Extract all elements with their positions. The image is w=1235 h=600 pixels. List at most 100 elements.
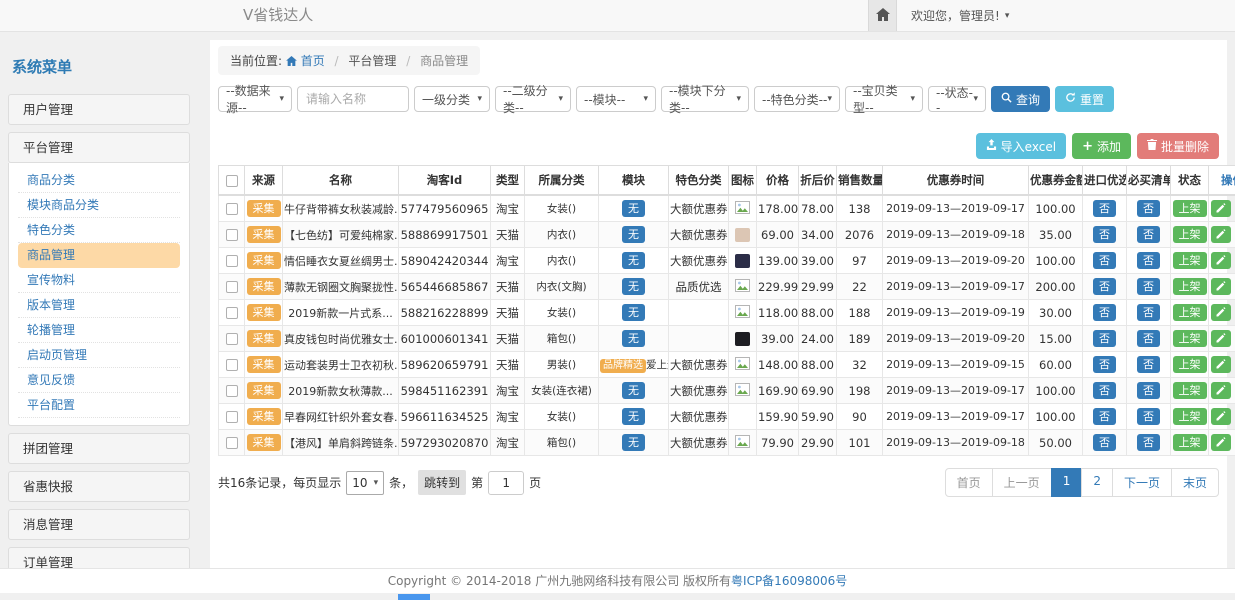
jump-page-input[interactable] bbox=[488, 471, 524, 495]
source-cell: 采集 bbox=[245, 430, 283, 456]
filter-select[interactable]: --数据来源--▾ bbox=[218, 86, 292, 112]
sidebar-item[interactable]: 商品管理 bbox=[18, 243, 180, 268]
filter-select[interactable]: 一级分类▾ bbox=[414, 86, 490, 112]
edit-button[interactable] bbox=[1211, 278, 1231, 295]
status-badge[interactable]: 上架 bbox=[1173, 382, 1207, 399]
import-excel-button[interactable]: 导入excel bbox=[976, 133, 1066, 159]
home-button[interactable] bbox=[868, 0, 897, 31]
status-badge[interactable]: 上架 bbox=[1173, 408, 1207, 425]
filter-select[interactable]: --模块--▾ bbox=[576, 86, 656, 112]
edit-button[interactable] bbox=[1211, 434, 1231, 451]
must-buy-badge[interactable]: 否 bbox=[1137, 330, 1160, 347]
sidebar-item[interactable]: 宣传物料 bbox=[18, 268, 180, 293]
add-button[interactable]: + 添加 bbox=[1072, 133, 1131, 159]
status-badge[interactable]: 上架 bbox=[1173, 304, 1207, 321]
batch-delete-button[interactable]: 批量删除 bbox=[1137, 133, 1219, 159]
edit-button[interactable] bbox=[1211, 200, 1231, 217]
edit-button[interactable] bbox=[1211, 226, 1231, 243]
status-badge[interactable]: 上架 bbox=[1173, 434, 1207, 451]
user-menu[interactable]: 欢迎您，管理员! ▾ bbox=[911, 7, 1009, 24]
status-badge[interactable]: 上架 bbox=[1173, 226, 1207, 243]
sidebar-group[interactable]: 消息管理 bbox=[8, 509, 190, 540]
must-buy-badge[interactable]: 否 bbox=[1137, 356, 1160, 373]
import-pick-badge[interactable]: 否 bbox=[1093, 200, 1116, 217]
jump-button[interactable]: 跳转到 bbox=[418, 470, 466, 495]
row-checkbox[interactable] bbox=[226, 333, 238, 345]
name-search-input[interactable] bbox=[297, 86, 409, 112]
search-button[interactable]: 查询 bbox=[991, 86, 1050, 112]
sidebar-group[interactable]: 省惠快报 bbox=[8, 471, 190, 502]
row-checkbox[interactable] bbox=[226, 307, 238, 319]
edit-button[interactable] bbox=[1211, 252, 1231, 269]
edit-button[interactable] bbox=[1211, 304, 1231, 321]
must-buy-badge[interactable]: 否 bbox=[1137, 434, 1160, 451]
sidebar-item[interactable]: 平台配置 bbox=[18, 393, 180, 418]
status-badge[interactable]: 上架 bbox=[1173, 330, 1207, 347]
status-badge[interactable]: 上架 bbox=[1173, 278, 1207, 295]
status-badge[interactable]: 上架 bbox=[1173, 356, 1207, 373]
feature-category-cell: 大额优惠券 bbox=[669, 195, 729, 222]
status-badge[interactable]: 上架 bbox=[1173, 200, 1207, 217]
sidebar-item[interactable]: 意见反馈 bbox=[18, 368, 180, 393]
must-buy-badge[interactable]: 否 bbox=[1137, 278, 1160, 295]
must-buy-badge[interactable]: 否 bbox=[1137, 200, 1160, 217]
must-buy-badge[interactable]: 否 bbox=[1137, 252, 1160, 269]
edit-button[interactable] bbox=[1211, 330, 1231, 347]
pager-button[interactable]: 末页 bbox=[1171, 468, 1219, 497]
row-checkbox[interactable] bbox=[226, 411, 238, 423]
edit-button[interactable] bbox=[1211, 408, 1231, 425]
must-buy-badge[interactable]: 否 bbox=[1137, 408, 1160, 425]
breadcrumb-current: 商品管理 bbox=[420, 54, 468, 68]
row-checkbox[interactable] bbox=[226, 229, 238, 241]
import-pick-badge[interactable]: 否 bbox=[1093, 226, 1116, 243]
icp-link[interactable]: 粤ICP备16098006号 bbox=[731, 574, 847, 588]
import-pick-badge[interactable]: 否 bbox=[1093, 356, 1116, 373]
pager-button[interactable]: 1 bbox=[1051, 468, 1083, 497]
sidebar-item[interactable]: 启动页管理 bbox=[18, 343, 180, 368]
reset-button[interactable]: 重置 bbox=[1055, 86, 1114, 112]
row-checkbox[interactable] bbox=[226, 203, 238, 215]
import-pick-badge[interactable]: 否 bbox=[1093, 278, 1116, 295]
import-pick-badge[interactable]: 否 bbox=[1093, 304, 1116, 321]
status-badge[interactable]: 上架 bbox=[1173, 252, 1207, 269]
breadcrumb-platform[interactable]: 平台管理 bbox=[348, 54, 396, 68]
pager-button[interactable]: 2 bbox=[1081, 468, 1113, 497]
must-buy-badge[interactable]: 否 bbox=[1137, 382, 1160, 399]
filter-select[interactable]: --模块下分类--▾ bbox=[661, 86, 749, 112]
row-checkbox[interactable] bbox=[226, 437, 238, 449]
sidebar-group[interactable]: 平台管理 bbox=[8, 132, 190, 163]
row-checkbox[interactable] bbox=[226, 359, 238, 371]
import-pick-badge[interactable]: 否 bbox=[1093, 252, 1116, 269]
sidebar-item[interactable]: 轮播管理 bbox=[18, 318, 180, 343]
filter-select[interactable]: --状态--▾ bbox=[928, 86, 986, 112]
filter-select[interactable]: --特色分类--▾ bbox=[754, 86, 840, 112]
import-pick-cell: 否 bbox=[1083, 430, 1127, 456]
breadcrumb-home-link[interactable]: 首页 bbox=[301, 54, 325, 68]
per-page-select[interactable]: 10 ▾ bbox=[346, 471, 384, 495]
icon-cell bbox=[729, 430, 757, 456]
select-all-checkbox[interactable] bbox=[226, 175, 238, 187]
discount-price-cell: 59.90 bbox=[799, 404, 837, 430]
row-checkbox[interactable] bbox=[226, 281, 238, 293]
import-pick-badge[interactable]: 否 bbox=[1093, 434, 1116, 451]
sidebar-item[interactable]: 模块商品分类 bbox=[18, 193, 180, 218]
filter-select[interactable]: --二级分类--▾ bbox=[495, 86, 571, 112]
import-pick-badge[interactable]: 否 bbox=[1093, 408, 1116, 425]
must-buy-badge[interactable]: 否 bbox=[1137, 226, 1160, 243]
sidebar-group[interactable]: 拼团管理 bbox=[8, 433, 190, 464]
table-row: 采集真皮钱包时尚优雅女士...601000601341天猫箱包()无39.002… bbox=[219, 326, 1235, 352]
edit-button[interactable] bbox=[1211, 356, 1231, 373]
edit-button[interactable] bbox=[1211, 382, 1231, 399]
sidebar-item[interactable]: 版本管理 bbox=[18, 293, 180, 318]
import-pick-badge[interactable]: 否 bbox=[1093, 382, 1116, 399]
sidebar-item[interactable]: 特色分类 bbox=[18, 218, 180, 243]
must-buy-badge[interactable]: 否 bbox=[1137, 304, 1160, 321]
pager-button[interactable]: 下一页 bbox=[1112, 468, 1172, 497]
sidebar-item[interactable]: 商品分类 bbox=[18, 168, 180, 193]
row-checkbox[interactable] bbox=[226, 255, 238, 267]
filter-select[interactable]: --宝贝类型--▾ bbox=[845, 86, 923, 112]
sidebar-group[interactable]: 用户管理 bbox=[8, 94, 190, 125]
import-pick-badge[interactable]: 否 bbox=[1093, 330, 1116, 347]
row-checkbox[interactable] bbox=[226, 385, 238, 397]
sidebar-group[interactable]: 订单管理 bbox=[8, 547, 190, 568]
